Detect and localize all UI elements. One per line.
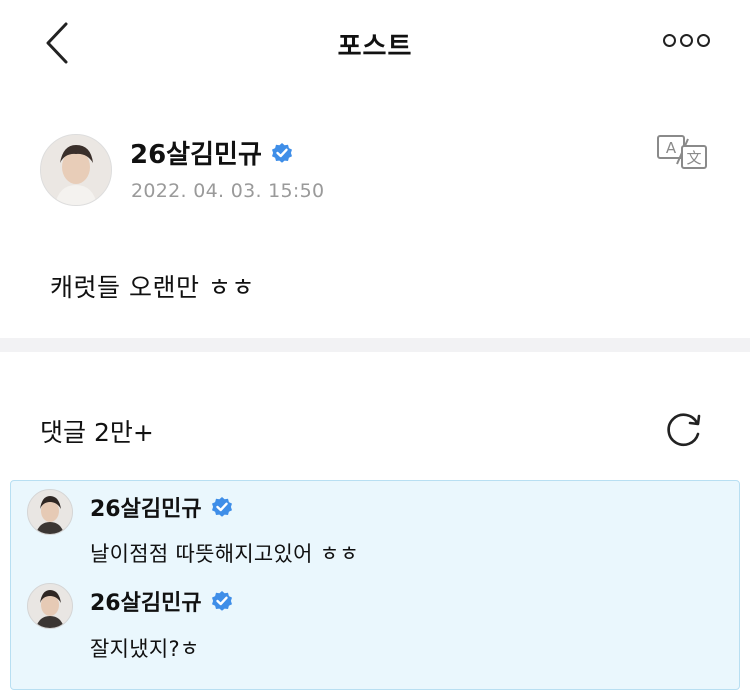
post-author[interactable]: 26살김민규 — [130, 134, 294, 171]
post-text: 캐럿들 오랜만 ㅎㅎ — [50, 273, 255, 302]
refresh-icon — [667, 413, 701, 447]
verified-badge-icon — [211, 591, 232, 611]
svg-text:A: A — [666, 139, 677, 157]
translate-button[interactable]: A 文 — [656, 134, 708, 170]
post-date: 2022. 04. 03. 15:50 — [131, 180, 325, 202]
translate-icon: A 文 — [657, 135, 707, 169]
author-avatar[interactable] — [40, 134, 112, 206]
verified-badge-icon — [211, 497, 232, 517]
comment-avatar[interactable] — [27, 489, 73, 535]
comments-count: 댓글 2만+ — [40, 418, 154, 447]
section-divider — [0, 338, 750, 352]
refresh-button[interactable] — [661, 409, 705, 449]
avatar-photo — [28, 584, 72, 628]
comment-text: 날이점점 따뜻해지고있어 ㅎㅎ — [90, 542, 360, 566]
comment-author-name: 26살김민규 — [90, 591, 202, 616]
comment-author[interactable]: 26살김민규 — [90, 585, 234, 617]
comment-author-name: 26살김민규 — [90, 497, 202, 522]
top-bar: 포스트 — [0, 0, 750, 88]
more-options-button[interactable] — [663, 34, 717, 54]
more-dots-icon — [697, 34, 710, 47]
comment-author[interactable]: 26살김민규 — [90, 491, 234, 523]
svg-text:文: 文 — [686, 149, 701, 167]
more-dots-icon — [663, 34, 676, 47]
comment-text: 잘지냈지?ㅎ — [90, 637, 200, 661]
post-author-name: 26살김민규 — [130, 140, 262, 170]
comment-thread: 26살김민규 날이점점 따뜻해지고있어 ㅎㅎ 26살김민규 잘지냈지?ㅎ — [10, 480, 740, 690]
more-dots-icon — [680, 34, 693, 47]
avatar-photo — [41, 135, 111, 205]
page-title: 포스트 — [337, 32, 413, 62]
comment-avatar[interactable] — [27, 583, 73, 629]
avatar-photo — [28, 490, 72, 534]
verified-badge-icon — [271, 142, 292, 163]
